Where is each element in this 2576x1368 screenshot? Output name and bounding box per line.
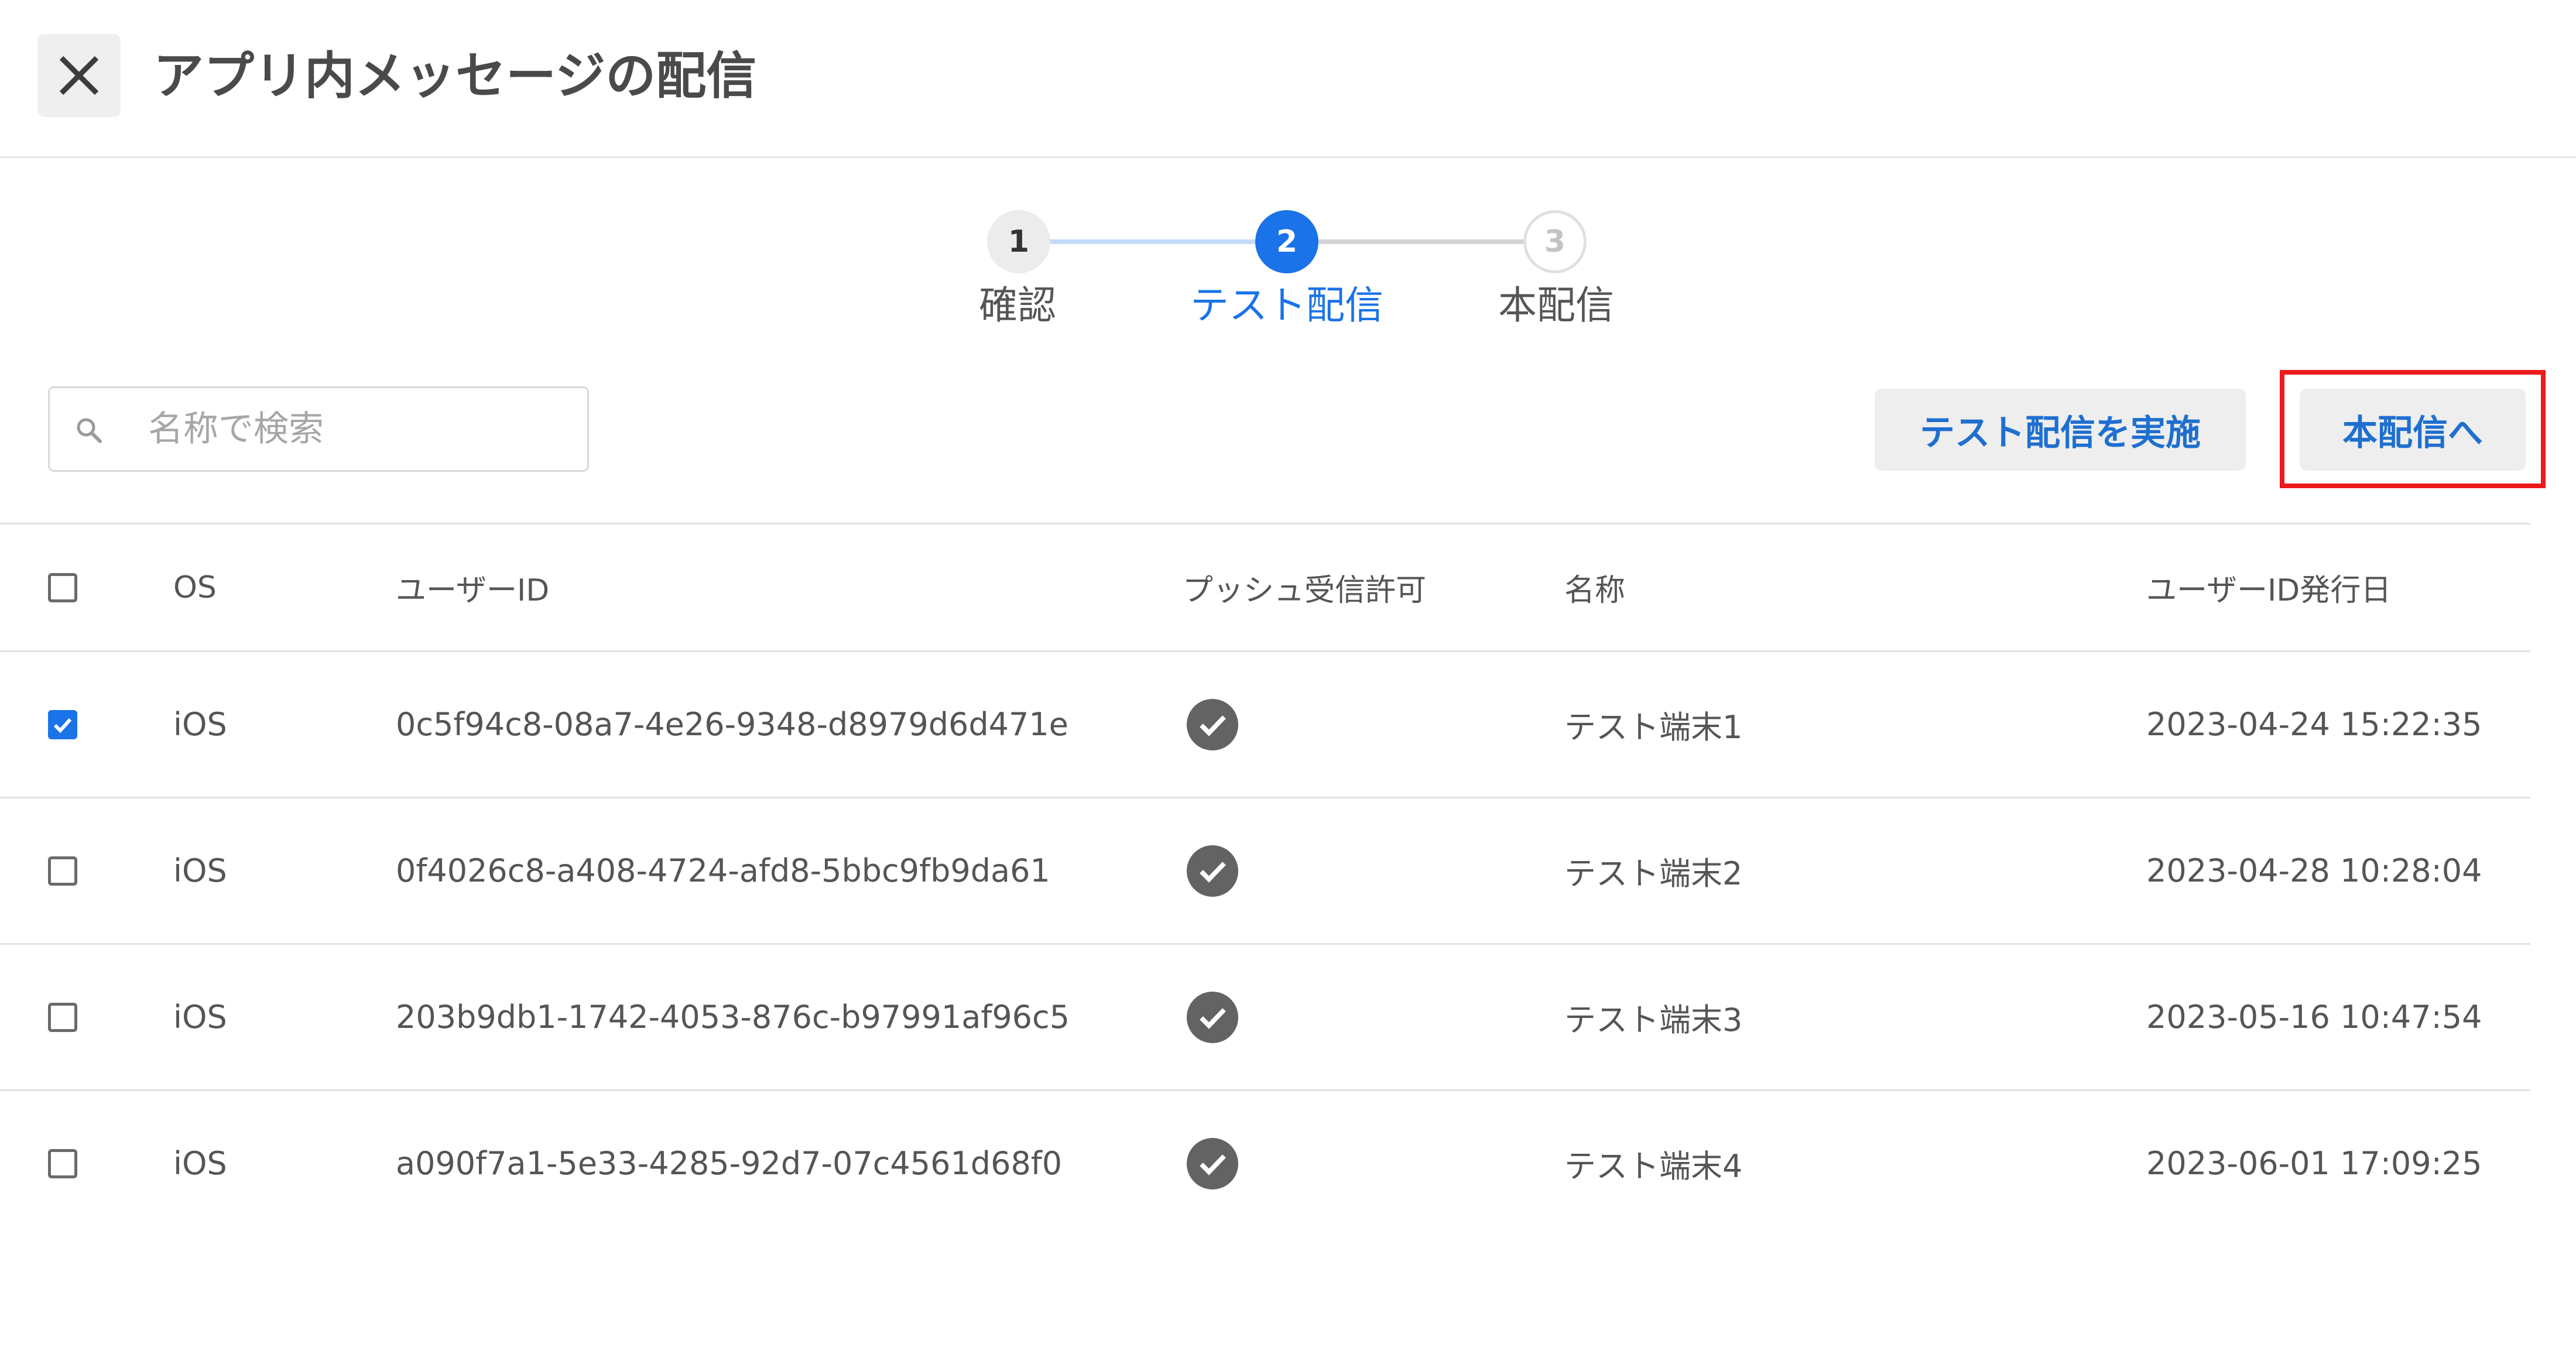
row-checkbox[interactable] [48,1002,77,1032]
step-3-label: 本配信 [1498,283,1614,328]
step-1-label: 確認 [979,283,1056,328]
devices-table: OS ユーザーID プッシュ受信許可 名称 ユーザーID発行日 iOS 0c5f… [0,523,2530,1236]
step-2-circle: 2 [1255,210,1318,273]
step-3-circle: 3 [1523,210,1587,273]
row-os: iOS [173,1145,227,1182]
row-name: テスト端末1 [1564,709,1743,746]
row-user-id: 0f4026c8-a408-4724-afd8-5bbc9fb9da61 [396,852,1050,889]
row-user-id: a090f7a1-5e33-4285-92d7-07c4561d68f0 [396,1145,1063,1182]
search-box [48,386,589,472]
table-row[interactable]: iOS a090f7a1-5e33-4285-92d7-07c4561d68f0… [0,1089,2530,1236]
row-os: iOS [173,706,227,743]
column-header-os: OS [173,570,217,605]
check-circle-icon [1187,991,1238,1043]
row-name: テスト端末2 [1564,855,1743,892]
progress-stepper: 1 2 3 確認 テスト配信 本配信 [0,0,2576,351]
row-name: テスト端末4 [1564,1148,1743,1185]
check-circle-icon [1187,845,1238,897]
row-issued-date: 2023-04-24 15:22:35 [2146,706,2482,743]
search-icon [77,418,102,443]
search-input[interactable] [148,401,570,457]
table-header-row: OS ユーザーID プッシュ受信許可 名称 ユーザーID発行日 [0,523,2530,650]
step-1-number: 1 [1008,224,1030,259]
step-connector-2-3 [1318,239,1556,244]
test-send-button[interactable]: テスト配信を実施 [1875,389,2246,471]
row-checkbox[interactable] [48,1148,77,1178]
step-3-number: 3 [1544,224,1566,259]
column-header-push-allowed: プッシュ受信許可 [1183,573,1427,608]
row-checkbox[interactable] [48,709,77,739]
table-row[interactable]: iOS 0f4026c8-a408-4724-afd8-5bbc9fb9da61… [0,797,2530,943]
row-checkbox[interactable] [48,856,77,886]
table-row[interactable]: iOS 203b9db1-1742-4053-876c-b97991af96c5… [0,943,2530,1089]
test-send-button-label: テスト配信を実施 [1920,412,2201,454]
column-header-name: 名称 [1564,573,1626,608]
column-header-user-id: ユーザーID [396,573,550,608]
row-os: iOS [173,852,227,889]
step-1-circle: 1 [987,210,1050,273]
step-2-label: テスト配信 [1190,283,1383,328]
row-issued-date: 2023-05-16 10:47:54 [2146,999,2482,1036]
highlight-box [2280,370,2546,488]
row-issued-date: 2023-06-01 17:09:25 [2146,1145,2482,1182]
column-header-issued-date: ユーザーID発行日 [2146,573,2392,608]
step-connector-1-2 [1049,239,1257,244]
check-circle-icon [1187,698,1238,750]
row-name: テスト端末3 [1564,1002,1743,1038]
row-issued-date: 2023-04-28 10:28:04 [2146,852,2482,889]
row-os: iOS [173,999,227,1036]
step-2-number: 2 [1276,224,1298,259]
row-user-id: 203b9db1-1742-4053-876c-b97991af96c5 [396,999,1070,1036]
check-circle-icon [1187,1137,1238,1189]
table-row[interactable]: iOS 0c5f94c8-08a7-4e26-9348-d8979d6d471e… [0,650,2530,797]
checkmark-icon [53,718,72,733]
row-user-id: 0c5f94c8-08a7-4e26-9348-d8979d6d471e [396,706,1068,743]
select-all-checkbox[interactable] [48,572,77,602]
